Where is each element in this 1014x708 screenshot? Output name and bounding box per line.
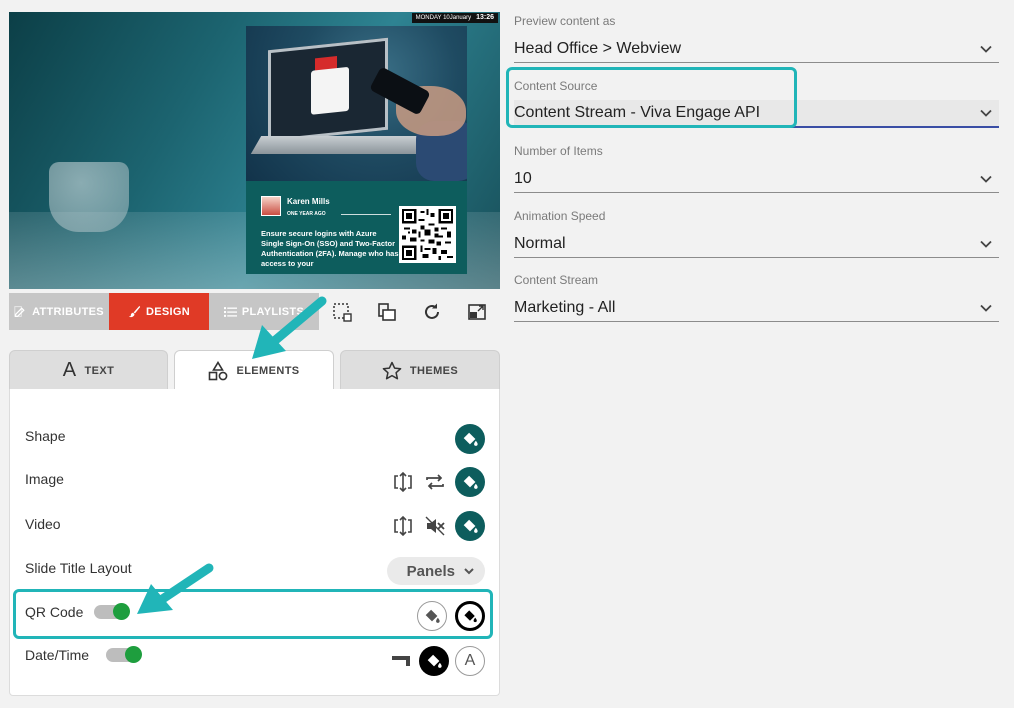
position-corner-icon[interactable] [389,649,413,673]
preview-as-field[interactable]: Preview content as Head Office > Webview [514,14,999,63]
shape-fill-button[interactable] [455,424,485,454]
resize-icon[interactable] [466,301,488,323]
post-body: Ensure secure logins with Azure Single S… [261,229,399,268]
fit-height-icon[interactable] [391,470,415,494]
preview-as-label: Preview content as [514,14,616,28]
animation-speed-field[interactable]: Animation Speed Normal [514,209,999,258]
content-stream-field[interactable]: Content Stream Marketing - All [514,273,999,322]
content-source-highlight [506,67,797,128]
number-of-items-field[interactable]: Number of Items 10 [514,144,999,193]
refresh-icon[interactable] [421,301,443,323]
attributes-button[interactable]: ATTRIBUTES [9,293,109,330]
number-of-items-select[interactable]: 10 [514,165,999,193]
post-photo [246,26,467,181]
select-area-icon[interactable] [331,301,353,323]
layers-icon[interactable] [376,301,398,323]
paint-bucket-icon [427,654,442,668]
text-icon: A [62,359,77,381]
clock-date: MONDAY 10January [415,15,472,21]
mute-icon[interactable] [423,514,447,538]
datetime-label: Date/Time [25,647,90,663]
preview-as-value: Head Office > Webview [514,39,682,57]
post-time-ago: ONE YEAR AGO [287,211,326,217]
pointer-arrow-elements [252,296,327,359]
tab-text[interactable]: A TEXT [9,350,168,390]
datetime-fill-button[interactable] [419,646,449,676]
qr-code-image [399,206,456,263]
animation-speed-select[interactable]: Normal [514,230,999,258]
paint-bucket-icon [463,475,478,489]
animation-speed-label: Animation Speed [514,209,606,223]
shapes-icon [209,361,228,381]
image-fill-button[interactable] [455,467,485,497]
chevron-down-icon [464,568,474,575]
slide-title-layout-value: Panels [406,562,455,580]
qr-code-highlight [13,589,493,639]
chevron-down-icon [980,45,992,53]
design-button[interactable]: DESIGN [109,293,209,330]
background-cup [49,162,129,232]
chevron-down-icon [980,304,992,312]
video-fill-button[interactable] [455,511,485,541]
tab-themes-label: THEMES [409,364,459,377]
tab-themes[interactable]: THEMES [340,350,500,390]
video-label: Video [25,516,61,532]
datetime-toggle[interactable] [106,646,142,663]
image-label: Image [25,471,64,487]
fit-height-icon[interactable] [391,514,415,538]
elements-panel: Shape Image Video Slide Title Layout Pan… [9,389,500,696]
chevron-down-icon [980,109,992,117]
tab-text-label: TEXT [84,364,115,377]
brush-icon [128,305,141,318]
paint-bucket-icon [463,432,478,446]
shape-row: Shape [10,423,501,463]
post-card: Karen Mills ONE YEAR AGO Ensure secure l… [246,26,467,274]
chevron-down-icon [980,175,992,183]
font-icon: A [464,652,476,669]
preview-clock: MONDAY 10January 13:26 [411,13,498,23]
author-avatar [261,196,281,216]
number-of-items-label: Number of Items [514,144,603,158]
edit-icon [14,306,25,318]
content-stream-label: Content Stream [514,273,599,287]
slide-preview: MONDAY 10January 13:26 Karen Mills ONE Y… [9,12,500,289]
chevron-down-icon [980,240,992,248]
slide-title-layout-label: Slide Title Layout [25,560,132,576]
post-info: Karen Mills ONE YEAR AGO Ensure secure l… [246,181,467,274]
font-color-button[interactable]: A [455,646,485,676]
preview-as-select[interactable]: Head Office > Webview [514,35,999,63]
number-of-items-value: 10 [514,169,532,187]
slide-title-layout-dropdown[interactable]: Panels [386,557,485,585]
datetime-row: Date/Time A [10,644,501,684]
attributes-label: ATTRIBUTES [32,305,104,318]
image-row: Image [10,466,501,506]
star-icon [382,361,402,379]
content-stream-value: Marketing - All [514,298,616,316]
divider [341,214,391,215]
design-label: DESIGN [146,305,190,318]
clock-time: 13:26 [476,14,494,21]
paint-bucket-icon [463,519,478,533]
list-icon [223,306,237,317]
author-name: Karen Mills [287,197,330,206]
repeat-icon[interactable] [423,470,447,494]
content-stream-select[interactable]: Marketing - All [514,294,999,322]
video-row: Video [10,510,501,550]
animation-speed-value: Normal [514,234,566,252]
tab-elements-label: ELEMENTS [236,365,300,377]
toolbar-icons [319,293,500,330]
pointer-arrow-qr [137,563,214,614]
shape-label: Shape [25,428,66,444]
